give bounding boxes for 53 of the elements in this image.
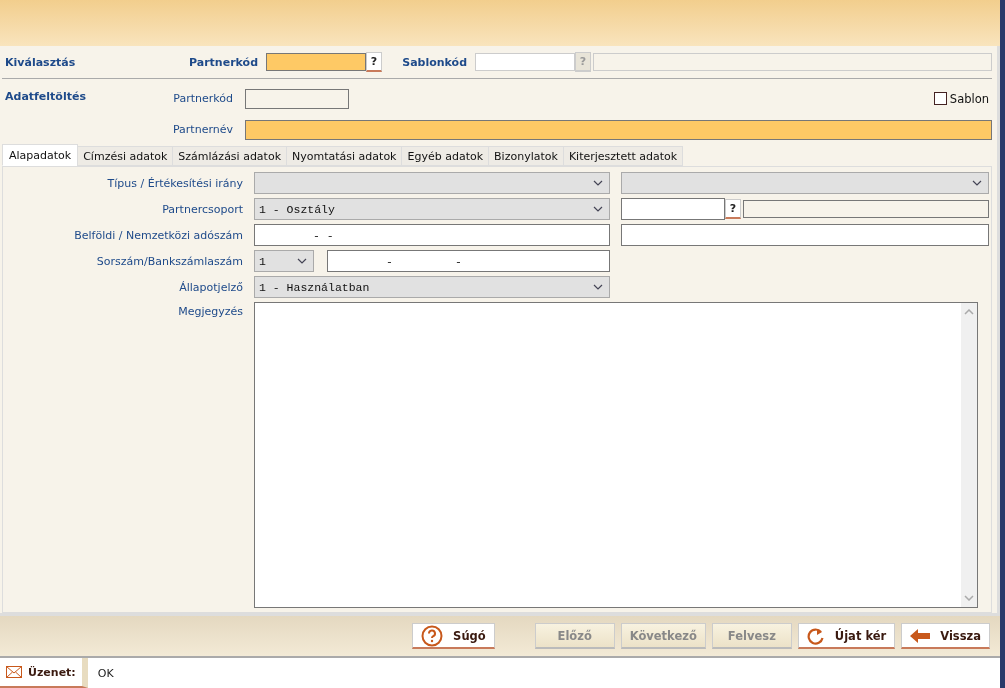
field-label: Partnerkód	[172, 92, 234, 105]
field-label: Belföldi / Nemzetközi adószám	[73, 228, 243, 242]
scroll-up-icon[interactable]	[964, 309, 974, 315]
tab[interactable]: Címzési adatok	[77, 146, 174, 166]
input-field[interactable]	[266, 53, 367, 71]
refresh-icon	[806, 626, 825, 645]
checkbox-label: Sablon	[949, 91, 989, 106]
chevron-down-icon	[593, 284, 603, 290]
section-title: Kiválasztás	[4, 55, 77, 69]
scrollbar[interactable]	[961, 303, 977, 607]
status-message: OK	[96, 665, 115, 682]
tab[interactable]: Kiterjesztett adatok	[562, 146, 684, 166]
chevron-down-icon	[972, 180, 982, 186]
field-label: Partnernév	[171, 123, 234, 136]
field-label: Típus / Értékesítési irány	[106, 176, 243, 190]
dropdown[interactable]: 1	[254, 250, 314, 272]
tab[interactable]: Egyéb adatok	[401, 146, 490, 166]
chevron-down-icon	[593, 180, 603, 186]
input-field[interactable]	[245, 119, 992, 140]
field-label: Partnerkód	[189, 55, 260, 69]
section-title: Adatfeltöltés	[4, 89, 87, 105]
text-area[interactable]	[254, 302, 978, 608]
help-icon	[421, 624, 444, 647]
arrow-left-icon	[910, 628, 931, 643]
chevron-down-icon	[297, 258, 307, 264]
input-field[interactable]: - -	[254, 224, 610, 246]
field-label: Partnercsoport	[161, 202, 243, 216]
input-field[interactable]	[245, 88, 349, 109]
input-field[interactable]	[621, 198, 725, 220]
action-button[interactable]: Újat kér	[797, 623, 896, 649]
field-label: Sablonkód	[401, 55, 469, 69]
checkbox[interactable]	[933, 92, 947, 105]
field-label: Állapotjelző	[178, 280, 243, 294]
dropdown[interactable]: 1 - Használatban	[254, 276, 610, 298]
field-label: Megjegyzés	[177, 304, 243, 320]
tab[interactable]: Bizonylatok	[488, 146, 564, 166]
envelope-icon	[6, 666, 22, 678]
tab[interactable]: Nyomtatási adatok	[286, 146, 403, 166]
tab[interactable]: Számlázási adatok	[172, 146, 288, 166]
field-label: Sorszám/Bankszámlaszám	[95, 254, 243, 268]
dropdown[interactable]: 1 - Osztály	[254, 198, 610, 220]
input-field[interactable]: - -	[327, 250, 610, 272]
input-field[interactable]	[475, 53, 576, 71]
lookup-button[interactable]: ?	[725, 199, 741, 219]
chevron-down-icon	[593, 206, 603, 212]
tab[interactable]: Alapadatok	[2, 144, 79, 166]
dropdown[interactable]	[254, 172, 610, 194]
message-label: Üzenet:	[0, 658, 88, 688]
scroll-down-icon[interactable]	[964, 595, 974, 601]
action-button[interactable]: Vissza	[901, 623, 990, 649]
input-field[interactable]	[621, 224, 989, 246]
lookup-button[interactable]: ?	[366, 52, 383, 72]
action-button[interactable]: Súgó	[412, 623, 495, 649]
